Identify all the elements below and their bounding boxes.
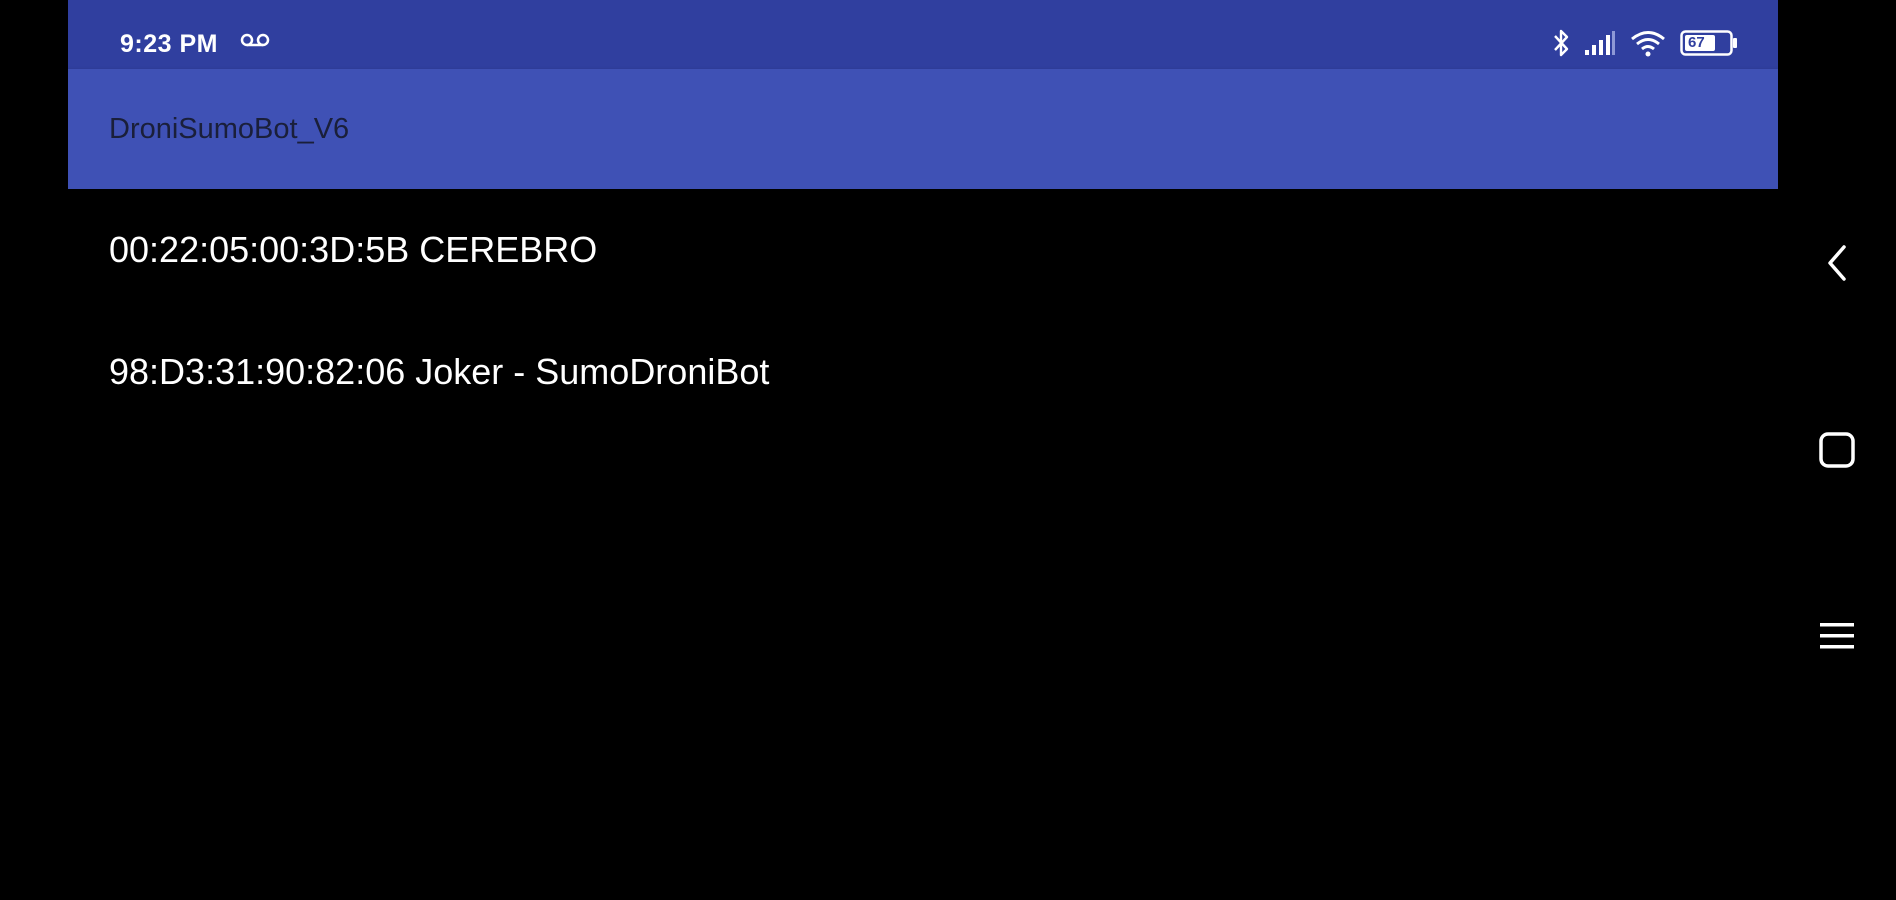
home-icon [1818, 431, 1856, 469]
status-bar: 9:23 PM 67 [68, 0, 1778, 69]
battery-level-text: 67 [1688, 34, 1705, 51]
list-item[interactable]: 98:D3:31:90:82:06 Joker - SumoDroniBot [68, 311, 1778, 433]
voicemail-icon [240, 32, 270, 48]
menu-button[interactable] [1778, 596, 1896, 676]
back-icon [1825, 244, 1849, 282]
app-bar: DroniSumoBot_V6 [68, 69, 1778, 189]
battery-icon: 67 [1680, 30, 1738, 56]
back-button[interactable] [1778, 223, 1896, 303]
list-item[interactable]: 00:22:05:00:3D:5B CEREBRO [68, 189, 1778, 311]
wifi-icon [1630, 29, 1666, 57]
app-title: DroniSumoBot_V6 [109, 113, 350, 145]
menu-icon [1819, 620, 1855, 652]
navigation-bar [1778, 0, 1896, 900]
home-button[interactable] [1778, 410, 1896, 490]
app-screen: 9:23 PM 67 DroniSumoBot_V6 00:22:05:00:3… [68, 0, 1778, 900]
device-list: 00:22:05:00:3D:5B CEREBRO 98:D3:31:90:82… [68, 189, 1778, 433]
status-icons: 67 [1552, 26, 1738, 60]
bluetooth-icon [1552, 28, 1570, 58]
status-time: 9:23 PM [120, 30, 218, 58]
cell-signal-icon [1584, 30, 1616, 56]
